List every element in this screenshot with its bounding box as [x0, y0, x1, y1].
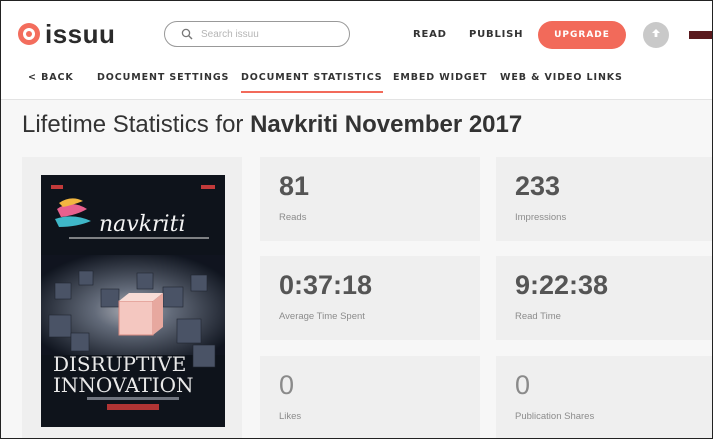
page-title-prefix: Lifetime Statistics for — [22, 111, 251, 138]
stat-card-average-time: 0:37:18 Average Time Spent — [260, 256, 480, 340]
brand-name: issuu — [45, 18, 116, 49]
stat-value: 0:37:18 — [279, 270, 373, 300]
stat-label: Likes — [279, 411, 302, 422]
search-icon — [181, 28, 193, 40]
tab-embed-widget[interactable]: EMBED WIDGET — [393, 72, 487, 83]
tab-document-settings[interactable]: DOCUMENT SETTINGS — [97, 72, 229, 83]
upgrade-button[interactable]: UPGRADE — [538, 21, 626, 49]
stat-card-likes: 0 Likes — [260, 356, 480, 438]
stat-label: Impressions — [515, 212, 567, 223]
document-cover[interactable]: navkriti DISRUPTIVE INNOVATION — [41, 175, 225, 427]
upload-arrow-icon — [650, 26, 662, 44]
stat-value: 0 — [279, 370, 295, 400]
stat-value: 0 — [515, 370, 531, 400]
cover-headline-2: INNOVATION — [53, 373, 194, 397]
stat-card-read-time: 9:22:38 Read Time — [496, 256, 712, 340]
page-title: Lifetime Statistics for Navkriti Novembe… — [22, 111, 522, 139]
tab-web-video-links[interactable]: WEB & VIDEO LINKS — [500, 72, 623, 83]
issuu-logo[interactable]: issuu — [18, 18, 115, 50]
stat-label: Reads — [279, 212, 307, 223]
stat-card-reads: 81 Reads — [260, 157, 480, 241]
cover-masthead: navkriti — [99, 212, 185, 237]
document-subnav: < BACK DOCUMENT SETTINGS DOCUMENT STATIS… — [1, 63, 712, 100]
search-box[interactable] — [164, 21, 350, 47]
stat-label: Average Time Spent — [279, 311, 365, 322]
search-input[interactable] — [199, 27, 333, 41]
stat-value: 233 — [515, 171, 561, 201]
upload-button[interactable] — [643, 22, 669, 48]
top-bar: issuu READ PUBLISH UPGRADE — [1, 1, 712, 64]
app-frame: issuu READ PUBLISH UPGRADE < BACK — [0, 0, 713, 439]
stat-value: 81 — [279, 171, 310, 201]
back-link[interactable]: < BACK — [28, 72, 74, 83]
stat-label: Publication Shares — [515, 411, 595, 422]
stat-card-impressions: 233 Impressions — [496, 157, 712, 241]
cover-artwork: navkriti DISRUPTIVE INNOVATION — [41, 175, 225, 427]
tab-document-statistics[interactable]: DOCUMENT STATISTICS — [241, 72, 383, 93]
document-name: Navkriti November 2017 — [250, 111, 523, 138]
issuu-logo-icon — [18, 23, 40, 45]
stat-label: Read Time — [515, 311, 561, 322]
stat-value: 9:22:38 — [515, 270, 609, 300]
read-link[interactable]: READ — [413, 29, 447, 40]
publish-link[interactable]: PUBLISH — [469, 29, 523, 40]
stat-card-publication-shares: 0 Publication Shares — [496, 356, 712, 438]
avatar[interactable] — [689, 31, 712, 39]
